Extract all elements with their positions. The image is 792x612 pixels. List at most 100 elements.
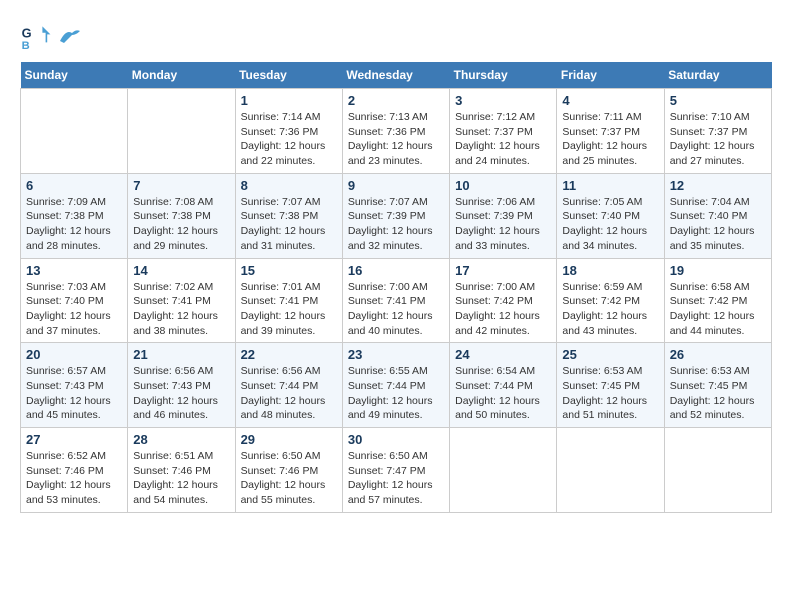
day-info: Sunrise: 7:07 AM Sunset: 7:38 PM Dayligh… bbox=[241, 195, 337, 254]
day-cell: 22Sunrise: 6:56 AM Sunset: 7:44 PM Dayli… bbox=[235, 343, 342, 428]
day-number: 25 bbox=[562, 347, 658, 362]
day-info: Sunrise: 6:53 AM Sunset: 7:45 PM Dayligh… bbox=[670, 364, 766, 423]
col-header-sunday: Sunday bbox=[21, 62, 128, 89]
day-number: 12 bbox=[670, 178, 766, 193]
day-cell: 3Sunrise: 7:12 AM Sunset: 7:37 PM Daylig… bbox=[450, 89, 557, 174]
day-info: Sunrise: 6:51 AM Sunset: 7:46 PM Dayligh… bbox=[133, 449, 229, 508]
day-number: 29 bbox=[241, 432, 337, 447]
col-header-saturday: Saturday bbox=[664, 62, 771, 89]
day-cell bbox=[128, 89, 235, 174]
calendar-table: SundayMondayTuesdayWednesdayThursdayFrid… bbox=[20, 62, 772, 513]
day-number: 27 bbox=[26, 432, 122, 447]
day-cell: 18 Sunrise: 6:59 AM Sunset: 7:42 PM Dayli… bbox=[557, 258, 664, 343]
day-info: Sunrise: 7:04 AM Sunset: 7:40 PM Dayligh… bbox=[670, 195, 766, 254]
day-cell: 19Sunrise: 6:58 AM Sunset: 7:42 PM Dayli… bbox=[664, 258, 771, 343]
day-number: 28 bbox=[133, 432, 229, 447]
day-number: 14 bbox=[133, 263, 229, 278]
day-number: 2 bbox=[348, 93, 444, 108]
day-info: Sunrise: 7:07 AM Sunset: 7:39 PM Dayligh… bbox=[348, 195, 444, 254]
day-number: 20 bbox=[26, 347, 122, 362]
week-row-5: 27 Sunrise: 6:52 AM Sunset: 7:46 PM Dayli… bbox=[21, 428, 772, 513]
day-info: Sunrise: 7:12 AM Sunset: 7:37 PM Dayligh… bbox=[455, 110, 551, 169]
day-info: Sunrise: 6:52 AM Sunset: 7:46 PM Dayligh… bbox=[26, 449, 122, 508]
day-info: Sunrise: 7:01 AM Sunset: 7:41 PM Dayligh… bbox=[241, 280, 337, 339]
day-cell: 11 Sunrise: 7:05 AM Sunset: 7:40 PM Dayli… bbox=[557, 173, 664, 258]
day-info: Sunrise: 7:13 AM Sunset: 7:36 PM Dayligh… bbox=[348, 110, 444, 169]
day-number: 9 bbox=[348, 178, 444, 193]
day-info: Sunrise: 6:55 AM Sunset: 7:44 PM Dayligh… bbox=[348, 364, 444, 423]
day-info: Sunrise: 7:06 AM Sunset: 7:39 PM Dayligh… bbox=[455, 195, 551, 254]
col-header-friday: Friday bbox=[557, 62, 664, 89]
day-info: Sunrise: 7:08 AM Sunset: 7:38 PM Dayligh… bbox=[133, 195, 229, 254]
day-cell: 17 Sunrise: 7:00 AM Sunset: 7:42 PM Dayli… bbox=[450, 258, 557, 343]
logo: G B bbox=[20, 20, 82, 52]
day-cell: 21Sunrise: 6:56 AM Sunset: 7:43 PM Dayli… bbox=[128, 343, 235, 428]
day-cell: 13 Sunrise: 7:03 AM Sunset: 7:40 PM Dayli… bbox=[21, 258, 128, 343]
header-row: SundayMondayTuesdayWednesdayThursdayFrid… bbox=[21, 62, 772, 89]
day-info: Sunrise: 6:50 AM Sunset: 7:47 PM Dayligh… bbox=[348, 449, 444, 508]
day-cell: 20 Sunrise: 6:57 AM Sunset: 7:43 PM Dayli… bbox=[21, 343, 128, 428]
day-info: Sunrise: 6:59 AM Sunset: 7:42 PM Dayligh… bbox=[562, 280, 658, 339]
day-info: Sunrise: 6:54 AM Sunset: 7:44 PM Dayligh… bbox=[455, 364, 551, 423]
day-cell: 27 Sunrise: 6:52 AM Sunset: 7:46 PM Dayli… bbox=[21, 428, 128, 513]
col-header-wednesday: Wednesday bbox=[342, 62, 449, 89]
logo-bird-icon bbox=[58, 27, 80, 45]
day-cell: 5Sunrise: 7:10 AM Sunset: 7:37 PM Daylig… bbox=[664, 89, 771, 174]
day-number: 26 bbox=[670, 347, 766, 362]
day-number: 8 bbox=[241, 178, 337, 193]
week-row-3: 13 Sunrise: 7:03 AM Sunset: 7:40 PM Dayli… bbox=[21, 258, 772, 343]
day-info: Sunrise: 7:05 AM Sunset: 7:40 PM Dayligh… bbox=[562, 195, 658, 254]
day-cell: 7 Sunrise: 7:08 AM Sunset: 7:38 PM Daylig… bbox=[128, 173, 235, 258]
day-info: Sunrise: 7:03 AM Sunset: 7:40 PM Dayligh… bbox=[26, 280, 122, 339]
day-number: 16 bbox=[348, 263, 444, 278]
day-number: 19 bbox=[670, 263, 766, 278]
day-info: Sunrise: 6:53 AM Sunset: 7:45 PM Dayligh… bbox=[562, 364, 658, 423]
day-info: Sunrise: 7:10 AM Sunset: 7:37 PM Dayligh… bbox=[670, 110, 766, 169]
day-number: 4 bbox=[562, 93, 658, 108]
day-info: Sunrise: 7:00 AM Sunset: 7:41 PM Dayligh… bbox=[348, 280, 444, 339]
day-cell: 1 Sunrise: 7:14 AM Sunset: 7:36 PM Daylig… bbox=[235, 89, 342, 174]
day-cell bbox=[450, 428, 557, 513]
day-number: 15 bbox=[241, 263, 337, 278]
svg-text:G: G bbox=[22, 26, 32, 41]
day-cell: 10 Sunrise: 7:06 AM Sunset: 7:39 PM Dayli… bbox=[450, 173, 557, 258]
day-info: Sunrise: 7:00 AM Sunset: 7:42 PM Dayligh… bbox=[455, 280, 551, 339]
day-number: 23 bbox=[348, 347, 444, 362]
day-cell: 2 Sunrise: 7:13 AM Sunset: 7:36 PM Daylig… bbox=[342, 89, 449, 174]
col-header-thursday: Thursday bbox=[450, 62, 557, 89]
day-cell: 30 Sunrise: 6:50 AM Sunset: 7:47 PM Dayli… bbox=[342, 428, 449, 513]
day-info: Sunrise: 7:09 AM Sunset: 7:38 PM Dayligh… bbox=[26, 195, 122, 254]
day-info: Sunrise: 7:14 AM Sunset: 7:36 PM Dayligh… bbox=[241, 110, 337, 169]
day-cell: 25 Sunrise: 6:53 AM Sunset: 7:45 PM Dayli… bbox=[557, 343, 664, 428]
day-info: Sunrise: 7:11 AM Sunset: 7:37 PM Dayligh… bbox=[562, 110, 658, 169]
day-number: 11 bbox=[562, 178, 658, 193]
day-number: 30 bbox=[348, 432, 444, 447]
day-cell bbox=[664, 428, 771, 513]
day-cell: 24 Sunrise: 6:54 AM Sunset: 7:44 PM Dayli… bbox=[450, 343, 557, 428]
day-info: Sunrise: 6:56 AM Sunset: 7:44 PM Dayligh… bbox=[241, 364, 337, 423]
day-cell: 23 Sunrise: 6:55 AM Sunset: 7:44 PM Dayli… bbox=[342, 343, 449, 428]
week-row-2: 6 Sunrise: 7:09 AM Sunset: 7:38 PM Daylig… bbox=[21, 173, 772, 258]
header: G B bbox=[20, 20, 772, 52]
day-number: 17 bbox=[455, 263, 551, 278]
day-cell: 16 Sunrise: 7:00 AM Sunset: 7:41 PM Dayli… bbox=[342, 258, 449, 343]
day-cell bbox=[21, 89, 128, 174]
day-cell: 9 Sunrise: 7:07 AM Sunset: 7:39 PM Daylig… bbox=[342, 173, 449, 258]
day-info: Sunrise: 6:57 AM Sunset: 7:43 PM Dayligh… bbox=[26, 364, 122, 423]
col-header-monday: Monday bbox=[128, 62, 235, 89]
logo-icon: G B bbox=[20, 20, 52, 52]
day-number: 7 bbox=[133, 178, 229, 193]
day-number: 1 bbox=[241, 93, 337, 108]
day-number: 24 bbox=[455, 347, 551, 362]
day-cell: 4 Sunrise: 7:11 AM Sunset: 7:37 PM Daylig… bbox=[557, 89, 664, 174]
day-info: Sunrise: 6:50 AM Sunset: 7:46 PM Dayligh… bbox=[241, 449, 337, 508]
day-number: 6 bbox=[26, 178, 122, 193]
day-cell bbox=[557, 428, 664, 513]
day-number: 18 bbox=[562, 263, 658, 278]
day-cell: 12 Sunrise: 7:04 AM Sunset: 7:40 PM Dayli… bbox=[664, 173, 771, 258]
day-number: 10 bbox=[455, 178, 551, 193]
week-row-4: 20 Sunrise: 6:57 AM Sunset: 7:43 PM Dayli… bbox=[21, 343, 772, 428]
col-header-tuesday: Tuesday bbox=[235, 62, 342, 89]
day-cell: 14Sunrise: 7:02 AM Sunset: 7:41 PM Dayli… bbox=[128, 258, 235, 343]
day-number: 13 bbox=[26, 263, 122, 278]
